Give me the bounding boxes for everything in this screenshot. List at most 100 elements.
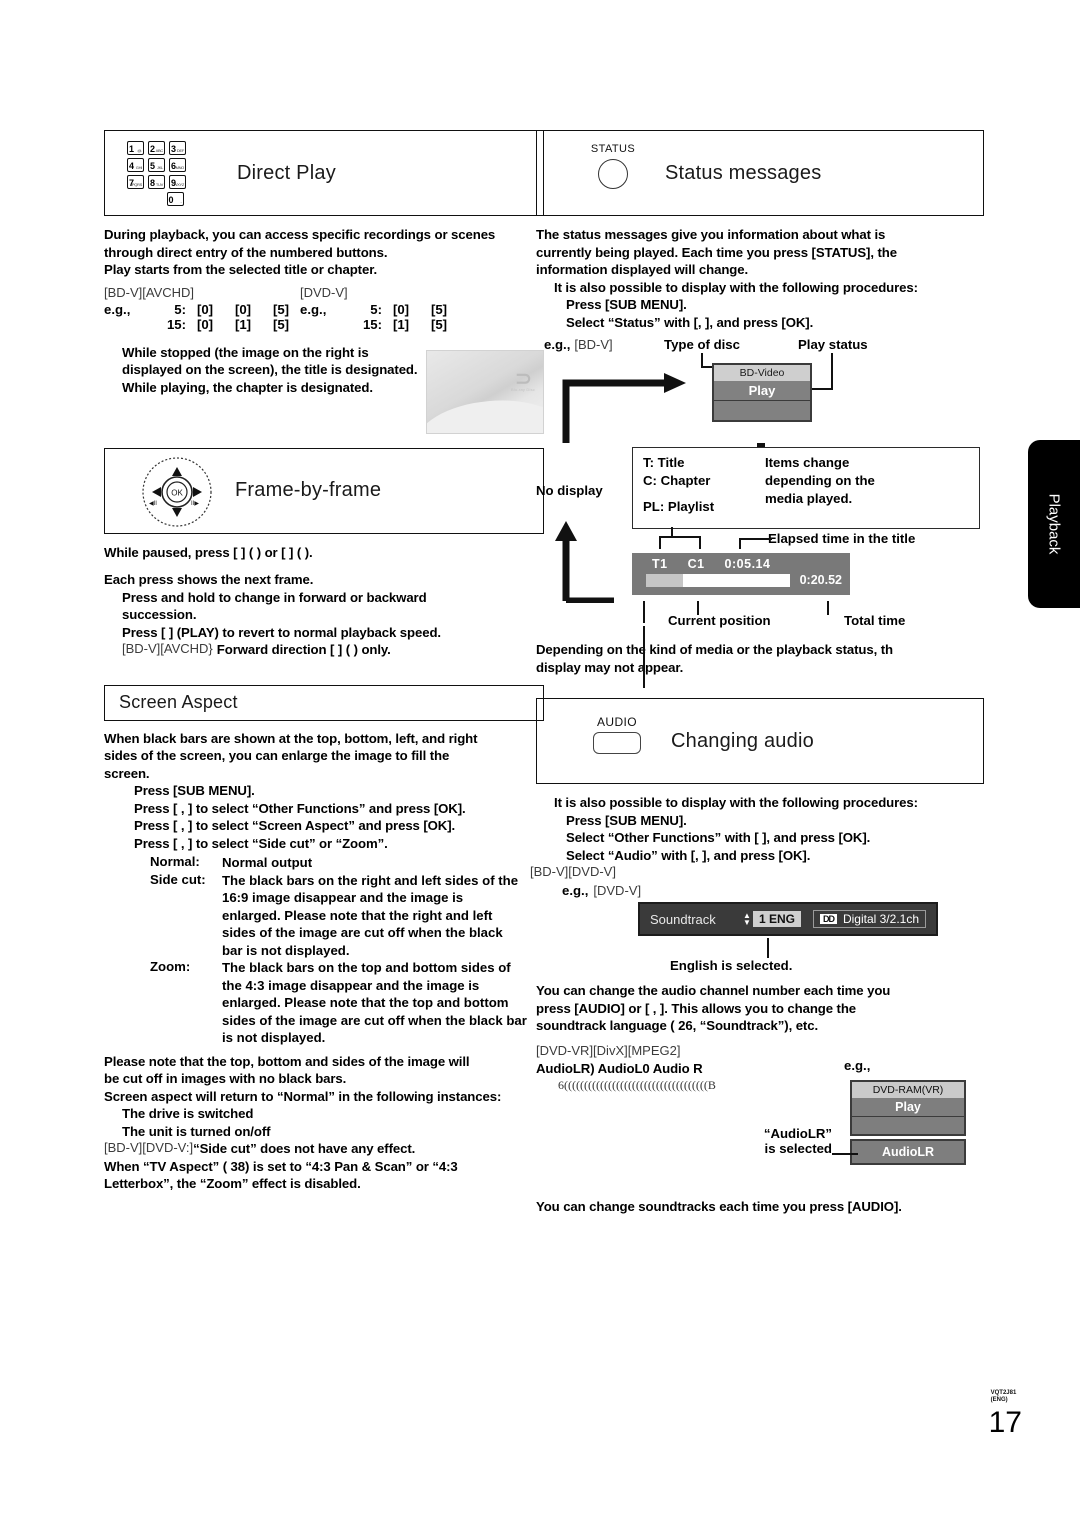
key-1: 1 @. bbox=[127, 141, 144, 155]
sa-n1: Please note that the top, bottom and sid… bbox=[104, 1053, 470, 1069]
sa-n4: The drive is switched bbox=[122, 1106, 254, 1121]
sa-s1: Press [SUB MENU]. bbox=[134, 783, 255, 798]
status-round-button-icon: STATUS bbox=[567, 143, 659, 189]
status-message-flow-diagram: e.g., [BD-V] Type of disc Play status BD… bbox=[536, 335, 984, 635]
dolby-digital-badge: DD Digital 3/2.1ch bbox=[812, 910, 926, 928]
side-tab-label: Playback bbox=[1045, 493, 1063, 555]
page-footer: VQT2J81 (ENG) 17 bbox=[988, 1390, 1022, 1440]
sm-s2: Select “Status” with [, ], and press [OK… bbox=[566, 314, 814, 330]
ca-foot: You can change soundtracks each time you… bbox=[536, 1198, 902, 1214]
ca-audio-options: AudioLR) AudioL0 Audio R bbox=[536, 1060, 703, 1076]
svg-text:OK: OK bbox=[171, 488, 183, 497]
screen-aspect-definitions: Normal: Normal output Side cut: The blac… bbox=[150, 854, 544, 1047]
media-tag-bdv-avchd: [BD-V][AVCHD] bbox=[104, 284, 195, 300]
ca-eg-tag: [DVD-V] bbox=[593, 883, 642, 898]
osd-dvdram-panel: DVD-RAM(VR) Play bbox=[850, 1079, 966, 1136]
example-row: e.g., 5: [0] [0] [5] bbox=[104, 301, 290, 317]
fbf-media-tag: [BD-V][AVCHD} bbox=[122, 641, 213, 656]
section-header-status-messages: STATUS Status messages bbox=[536, 130, 984, 216]
key-7: 7 PQRS bbox=[127, 175, 144, 189]
key-0: 0- bbox=[166, 192, 184, 206]
side-tab-playback: Playback bbox=[1028, 440, 1080, 608]
progress-bar bbox=[646, 573, 790, 587]
definition-row: Normal: Normal output bbox=[150, 854, 313, 870]
sm-p2: currently being played. Each time you pr… bbox=[536, 244, 897, 260]
sm-s1: Press [SUB MENU]. bbox=[566, 297, 687, 312]
key-4: 4 GHI bbox=[127, 158, 144, 172]
sa-n7: When “TV Aspect” ( 38) is set to “4:3 Pa… bbox=[104, 1158, 458, 1174]
bar-elapsed-time: 0:05.14 bbox=[724, 557, 771, 571]
ca-s1: Press [SUB MENU]. bbox=[566, 812, 687, 828]
audio-icon-label: AUDIO bbox=[596, 715, 637, 729]
section-header-screen-aspect: Screen Aspect bbox=[104, 684, 544, 721]
fbf-l6: Forward direction [ ] ( ) only. bbox=[216, 642, 391, 657]
example-row: 15: [0] [1] [5] bbox=[166, 316, 290, 332]
status-icon-label: STATUS bbox=[590, 143, 636, 155]
ca-eg2: e.g., bbox=[844, 1057, 871, 1073]
osd-disc-type: BD-Video bbox=[714, 365, 810, 381]
osd-soundtrack-panel: Soundtrack ▲ ▼ 1 ENG DD Digital 3/2.1ch bbox=[638, 902, 938, 936]
sa-n2: be cut off in images with no black bars. bbox=[104, 1071, 347, 1086]
bluray-disc-thumbnail: ⊃ Blu-ray Disc bbox=[426, 349, 544, 434]
doc-lang: (ENG) bbox=[990, 1397, 1008, 1403]
fbf-l1: While paused, press [ ] ( ) or [ ] ( ). bbox=[104, 544, 313, 560]
label-total-time: Total time bbox=[844, 613, 906, 628]
ca-audio-arrows: 6((((((((((((((((((((((((((((((((((((B bbox=[558, 1077, 716, 1092]
osd2-disc-type: DVD-RAM(VR) bbox=[852, 1081, 964, 1098]
status-circle-glyph bbox=[598, 159, 628, 189]
sa-n5: The unit is turned on/off bbox=[122, 1123, 271, 1139]
dolby-logo-icon: DD bbox=[819, 914, 837, 924]
bar-chapter-num: C1 bbox=[687, 557, 705, 571]
osd-soundtrack-label: Soundtrack bbox=[650, 911, 716, 927]
key-3: 3 DEF bbox=[169, 141, 186, 155]
dolby-format-text: Digital 3/2.1ch bbox=[842, 912, 919, 926]
sm-foot1: Depending on the kind of media or the pl… bbox=[536, 642, 894, 657]
osd-audio-selection: AudioLR bbox=[850, 1138, 966, 1165]
osd-soundtrack-value: 1 ENG bbox=[752, 911, 801, 927]
label-audiolr-1: “AudioLR” bbox=[763, 1125, 832, 1141]
sa-n8: Letterbox”, the “Zoom” effect is disable… bbox=[104, 1176, 361, 1191]
bar-total-time: 0:20.52 bbox=[799, 573, 842, 587]
osd-items-box: T: Title C: Chapter PL: Playlist Items c… bbox=[632, 447, 980, 529]
direct-play-note: While stopped (the image on the right is… bbox=[122, 344, 418, 395]
label-current-position: Current position bbox=[668, 613, 771, 628]
osd-empty-row bbox=[714, 400, 810, 420]
item-playlist: PL: Playlist bbox=[643, 499, 715, 514]
items-change-1: Items change bbox=[765, 455, 850, 470]
osd-progress-panel: T1 C1 0:05.14 0:20.52 bbox=[632, 553, 850, 595]
svg-text:II▶: II▶ bbox=[191, 501, 199, 507]
ca-p3: soundtrack language ( 26, “Soundtrack”),… bbox=[536, 1018, 819, 1033]
doc-code: VQT2J81 bbox=[990, 1390, 1017, 1396]
section-header-direct-play: 1 @. 2 ABC 3 DEF 4 GHI 5 JKL 6 MNO 7 PQRS 8 TUV … bbox=[104, 130, 544, 216]
sa-n3: Screen aspect will return to “Normal” in… bbox=[104, 1088, 502, 1104]
sa-media-tag: [BD-V][DVD-V:] bbox=[104, 1140, 194, 1155]
definition-row: Zoom: The black bars on the top and bott… bbox=[150, 959, 527, 1045]
ca-p1: You can change the audio channel number … bbox=[536, 983, 891, 998]
ca-s2: Select “Other Functions” with [ ], and p… bbox=[566, 830, 871, 845]
osd-play-state: Play bbox=[748, 383, 776, 398]
key-6: 6 MNO bbox=[169, 158, 186, 172]
page-number: 17 bbox=[988, 1406, 1022, 1439]
bar-title-num: T1 bbox=[652, 557, 668, 571]
sa-s4: Press [ , ] to select “Side cut” or “Zoo… bbox=[134, 835, 388, 851]
example-row: 15: [1] [5] bbox=[362, 316, 448, 332]
ca-s0: It is also possible to display with the … bbox=[554, 795, 918, 810]
manual-page: 1 @. 2 ABC 3 DEF 4 GHI 5 JKL 6 MNO 7 PQRS 8 TUV … bbox=[0, 0, 1080, 1528]
label-english-selected: English is selected. bbox=[670, 958, 793, 973]
section-header-changing-audio: AUDIO Changing audio bbox=[536, 698, 984, 784]
section-header-frame-by-frame: OK ◀II II▶ Frame-by-frame bbox=[104, 447, 544, 534]
direct-play-p3: Play starts from the selected title or c… bbox=[104, 262, 378, 277]
ca-eg: e.g., bbox=[562, 883, 589, 898]
audio-button-icon: AUDIO bbox=[571, 715, 663, 754]
section-title-direct-play: Direct Play bbox=[237, 161, 336, 184]
osd2-empty-row bbox=[852, 1115, 964, 1134]
ca-media-tag-1: [BD-V][DVD-V] bbox=[530, 864, 616, 879]
fbf-l3: Press and hold to change in forward or b… bbox=[122, 589, 427, 605]
media-tag-dvdv: [DVD-V] bbox=[300, 284, 348, 300]
fbf-l5: Press [ ] (PLAY) to revert to normal pla… bbox=[122, 624, 441, 640]
example-group-bdv: e.g., 5: [0] [0] [5] 15: [0] [1] [5] bbox=[104, 302, 300, 332]
direct-play-p1: During playback, you can access specific… bbox=[104, 227, 496, 242]
item-chapter: C: Chapter bbox=[643, 473, 711, 488]
audio-pill-glyph bbox=[593, 732, 641, 754]
label-no-display: No display bbox=[536, 483, 603, 498]
